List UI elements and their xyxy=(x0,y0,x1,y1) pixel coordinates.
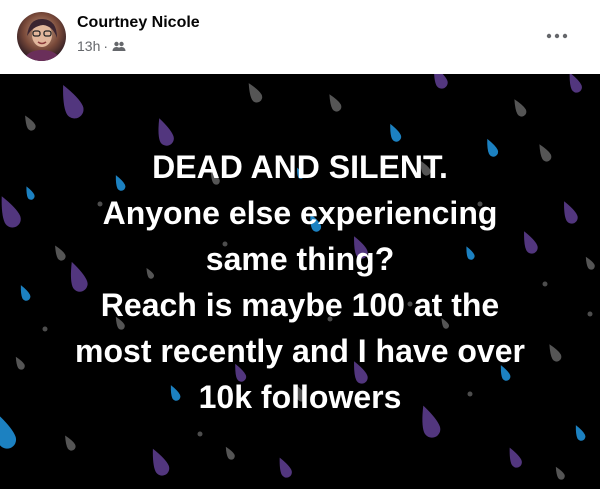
post-card: Courtney Nicole 13h · DEAD AND SILENT. A… xyxy=(0,0,600,489)
status-text: DEAD AND SILENT. Anyone else experiencin… xyxy=(0,144,600,420)
status-line: same thing? xyxy=(205,241,395,277)
raindrop-shape xyxy=(152,448,170,476)
raindrop-shape xyxy=(279,457,292,478)
raindrop-shape xyxy=(555,466,565,480)
friends-icon[interactable] xyxy=(112,39,126,53)
status-background: DEAD AND SILENT. Anyone else experiencin… xyxy=(0,74,600,489)
dot-shape xyxy=(197,431,203,437)
post-meta: 13h · xyxy=(77,38,126,54)
raindrop-shape xyxy=(434,74,448,89)
raindrop-shape xyxy=(25,115,36,131)
more-options-icon[interactable] xyxy=(542,22,572,50)
raindrop-shape xyxy=(575,425,586,441)
author-name[interactable]: Courtney Nicole xyxy=(77,14,200,32)
raindrop-shape xyxy=(569,74,582,93)
raindrop-shape xyxy=(509,447,522,468)
raindrop-shape xyxy=(65,435,76,451)
post-time[interactable]: 13h xyxy=(77,38,100,54)
status-line: Anyone else experiencing xyxy=(102,195,498,231)
raindrop-shape xyxy=(158,118,174,146)
raindrop-shape xyxy=(329,94,342,112)
raindrop-shape xyxy=(390,123,402,142)
raindrop-shape xyxy=(514,99,527,117)
status-line: DEAD AND SILENT. xyxy=(152,149,448,185)
raindrop-shape xyxy=(248,83,263,103)
raindrop-shape xyxy=(225,446,235,460)
raindrop-shape xyxy=(63,84,84,119)
status-line: most recently and I have over xyxy=(75,333,525,369)
meta-separator: · xyxy=(103,38,109,54)
post-header: Courtney Nicole 13h · xyxy=(0,0,600,74)
status-line: Reach is maybe 100 at the xyxy=(100,287,500,323)
status-line: 10k followers xyxy=(198,379,402,415)
avatar[interactable] xyxy=(17,12,66,61)
